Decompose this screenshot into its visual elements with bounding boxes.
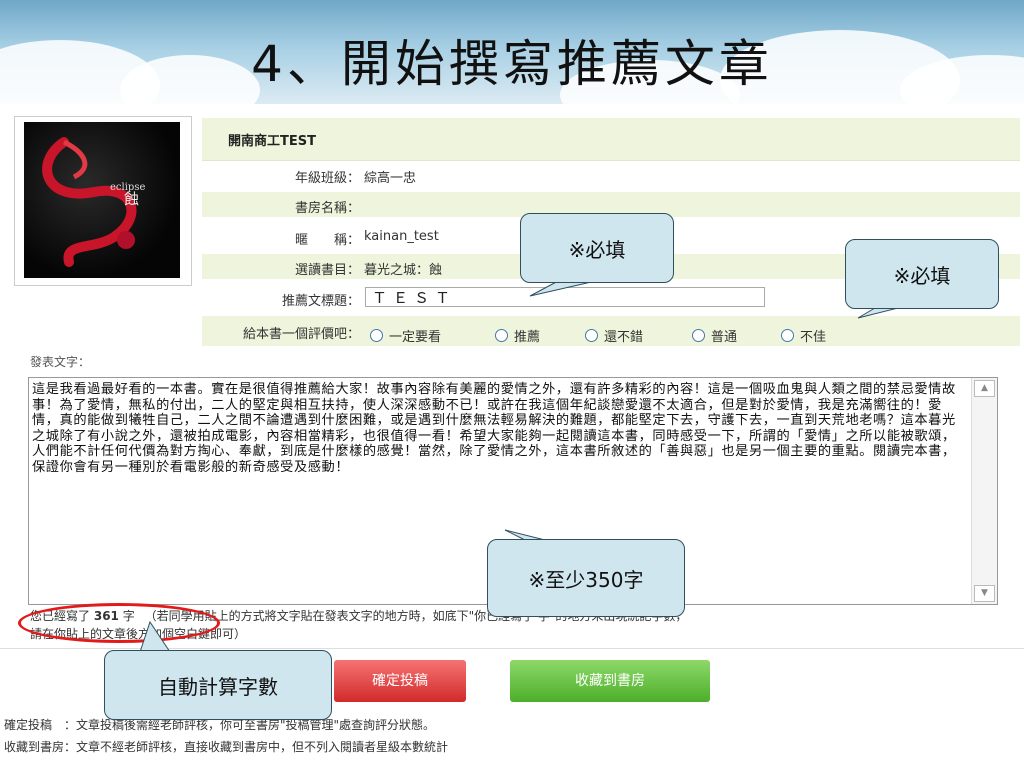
callout-auto-count: 自動計算字數	[104, 650, 332, 720]
callout-required-rating: ※必填	[845, 239, 999, 309]
callout-min-words: ※至少350字	[487, 539, 685, 617]
callout-required-title: ※必填	[520, 213, 674, 283]
